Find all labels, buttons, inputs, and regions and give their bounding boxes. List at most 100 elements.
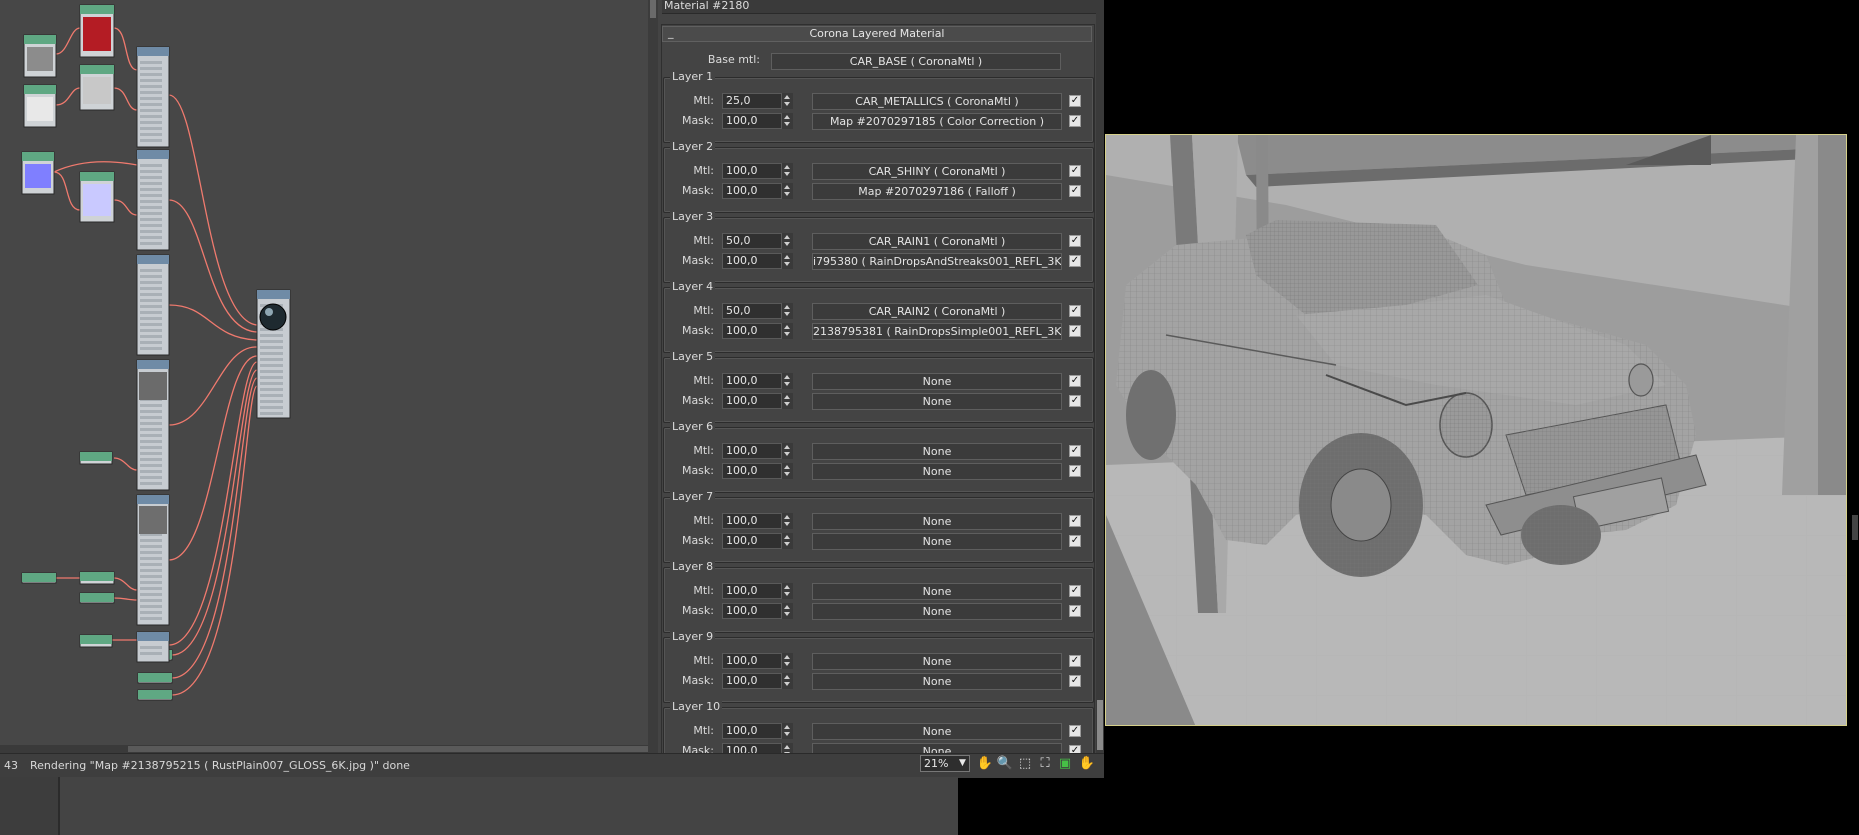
mtl-enable-checkbox[interactable]: ✓ bbox=[1069, 305, 1081, 317]
material-node-slot[interactable] bbox=[140, 206, 162, 209]
material-node-slot[interactable] bbox=[140, 416, 162, 419]
material-node-slot[interactable] bbox=[260, 370, 283, 373]
mtl-amount-field[interactable]: 100,0 bbox=[722, 373, 782, 389]
zoom-region-icon[interactable]: ⬚ bbox=[1016, 755, 1034, 773]
material-node-slot[interactable] bbox=[260, 412, 283, 415]
spinner-arrows-icon[interactable] bbox=[782, 603, 793, 619]
map-node[interactable] bbox=[79, 4, 115, 58]
layered-material-sphere[interactable] bbox=[259, 303, 287, 331]
material-node-slot[interactable] bbox=[140, 434, 162, 437]
material-node-slot[interactable] bbox=[140, 539, 162, 542]
mask-amount-field[interactable]: 100,0 bbox=[722, 323, 782, 339]
layer-mask-button[interactable]: Map #2070297185 ( Color Correction ) bbox=[812, 113, 1062, 130]
material-node-slot[interactable] bbox=[140, 299, 162, 302]
material-node-slot[interactable] bbox=[140, 73, 162, 76]
spinner-arrows-icon[interactable] bbox=[782, 723, 793, 739]
layer-mask-button[interactable]: None bbox=[812, 393, 1062, 410]
material-node[interactable] bbox=[136, 46, 170, 148]
material-node-slot[interactable] bbox=[140, 61, 162, 64]
mask-amount-field[interactable]: 100,0 bbox=[722, 113, 782, 129]
material-node-header[interactable] bbox=[137, 360, 169, 369]
material-node-slot[interactable] bbox=[140, 182, 162, 185]
material-node-slot[interactable] bbox=[260, 340, 283, 343]
material-node-slot[interactable] bbox=[140, 269, 162, 272]
map-node-header[interactable] bbox=[80, 65, 114, 74]
map-node-thumbnail[interactable] bbox=[83, 184, 111, 216]
map-node-header[interactable] bbox=[80, 593, 114, 602]
material-node-slot[interactable] bbox=[140, 121, 162, 124]
layer-mtl-button[interactable]: None bbox=[812, 723, 1062, 740]
node-view-vscrollbar[interactable] bbox=[648, 0, 658, 753]
material-node-slot[interactable] bbox=[140, 551, 162, 554]
node-view[interactable] bbox=[0, 0, 648, 745]
material-node-slot[interactable] bbox=[260, 376, 283, 379]
material-node-slot[interactable] bbox=[140, 97, 162, 100]
pan-all-icon[interactable]: ✋ bbox=[1078, 755, 1096, 773]
material-node-slot[interactable] bbox=[140, 91, 162, 94]
material-node-slot[interactable] bbox=[260, 364, 283, 367]
material-node-slot[interactable] bbox=[140, 194, 162, 197]
layer-mask-button[interactable]: i795380 ( RainDropsAndStreaks001_REFL_3K… bbox=[812, 253, 1062, 270]
map-node[interactable] bbox=[79, 634, 113, 648]
node-graph[interactable] bbox=[0, 0, 648, 745]
map-node-header[interactable] bbox=[138, 673, 172, 682]
material-preview-swatch[interactable] bbox=[139, 372, 167, 400]
layer-mask-button[interactable]: Map #2070297186 ( Falloff ) bbox=[812, 183, 1062, 200]
material-node-slot[interactable] bbox=[140, 242, 162, 245]
material-node-slot[interactable] bbox=[140, 482, 162, 485]
map-node-header[interactable] bbox=[24, 85, 56, 94]
material-node[interactable] bbox=[136, 631, 170, 663]
material-node-slot[interactable] bbox=[140, 317, 162, 320]
mtl-amount-field[interactable]: 100,0 bbox=[722, 513, 782, 529]
chevron-down-icon[interactable]: ▼ bbox=[959, 758, 966, 768]
material-node-slot[interactable] bbox=[140, 176, 162, 179]
material-node-slot[interactable] bbox=[140, 557, 162, 560]
spinner-arrows-icon[interactable] bbox=[782, 533, 793, 549]
material-node-slot[interactable] bbox=[260, 358, 283, 361]
sphere-highlight[interactable] bbox=[265, 308, 273, 316]
map-node[interactable] bbox=[137, 672, 173, 684]
mtl-enable-checkbox[interactable]: ✓ bbox=[1069, 375, 1081, 387]
zoom-extents-selected-icon[interactable]: ▣ bbox=[1056, 755, 1074, 773]
mask-amount-field[interactable]: 100,0 bbox=[722, 253, 782, 269]
layer-mtl-button[interactable]: None bbox=[812, 373, 1062, 390]
map-node-thumbnail[interactable] bbox=[83, 77, 111, 104]
spinner-arrows-icon[interactable] bbox=[782, 93, 793, 109]
mtl-amount-field[interactable]: 100,0 bbox=[722, 443, 782, 459]
layer-mtl-button[interactable]: CAR_SHINY ( CoronaMtl ) bbox=[812, 163, 1062, 180]
material-node-slot[interactable] bbox=[140, 464, 162, 467]
material-node-slot[interactable] bbox=[140, 404, 162, 407]
map-node-header[interactable] bbox=[22, 152, 54, 161]
material-node-slot[interactable] bbox=[140, 470, 162, 473]
map-node[interactable] bbox=[79, 571, 115, 585]
material-node-slot[interactable] bbox=[140, 410, 162, 413]
material-node-slot[interactable] bbox=[140, 133, 162, 136]
mtl-enable-checkbox[interactable]: ✓ bbox=[1069, 165, 1081, 177]
material-node-slot[interactable] bbox=[140, 347, 162, 350]
layer-mtl-button[interactable]: CAR_METALLICS ( CoronaMtl ) bbox=[812, 93, 1062, 110]
mtl-enable-checkbox[interactable]: ✓ bbox=[1069, 725, 1081, 737]
mask-enable-checkbox[interactable]: ✓ bbox=[1069, 255, 1081, 267]
material-node[interactable] bbox=[136, 149, 170, 251]
spinner-arrows-icon[interactable] bbox=[782, 373, 793, 389]
material-node-slot[interactable] bbox=[140, 218, 162, 221]
material-node-slot[interactable] bbox=[140, 599, 162, 602]
mtl-enable-checkbox[interactable]: ✓ bbox=[1069, 515, 1081, 527]
material-node-slot[interactable] bbox=[140, 440, 162, 443]
spinner-arrows-icon[interactable] bbox=[782, 233, 793, 249]
spinner-arrows-icon[interactable] bbox=[782, 323, 793, 339]
material-node-slot[interactable] bbox=[140, 275, 162, 278]
material-node-slot[interactable] bbox=[260, 352, 283, 355]
material-node-slot[interactable] bbox=[140, 587, 162, 590]
material-node-slot[interactable] bbox=[140, 109, 162, 112]
map-node-header[interactable] bbox=[80, 635, 112, 644]
material-node-slot[interactable] bbox=[140, 569, 162, 572]
material-node-slot[interactable] bbox=[140, 164, 162, 167]
material-node-slot[interactable] bbox=[140, 605, 162, 608]
layer-mtl-button[interactable]: CAR_RAIN1 ( CoronaMtl ) bbox=[812, 233, 1062, 250]
material-node-slot[interactable] bbox=[140, 329, 162, 332]
material-node-slot[interactable] bbox=[140, 115, 162, 118]
mask-amount-field[interactable]: 100,0 bbox=[722, 393, 782, 409]
map-node[interactable] bbox=[79, 592, 115, 604]
material-node-slot[interactable] bbox=[140, 79, 162, 82]
